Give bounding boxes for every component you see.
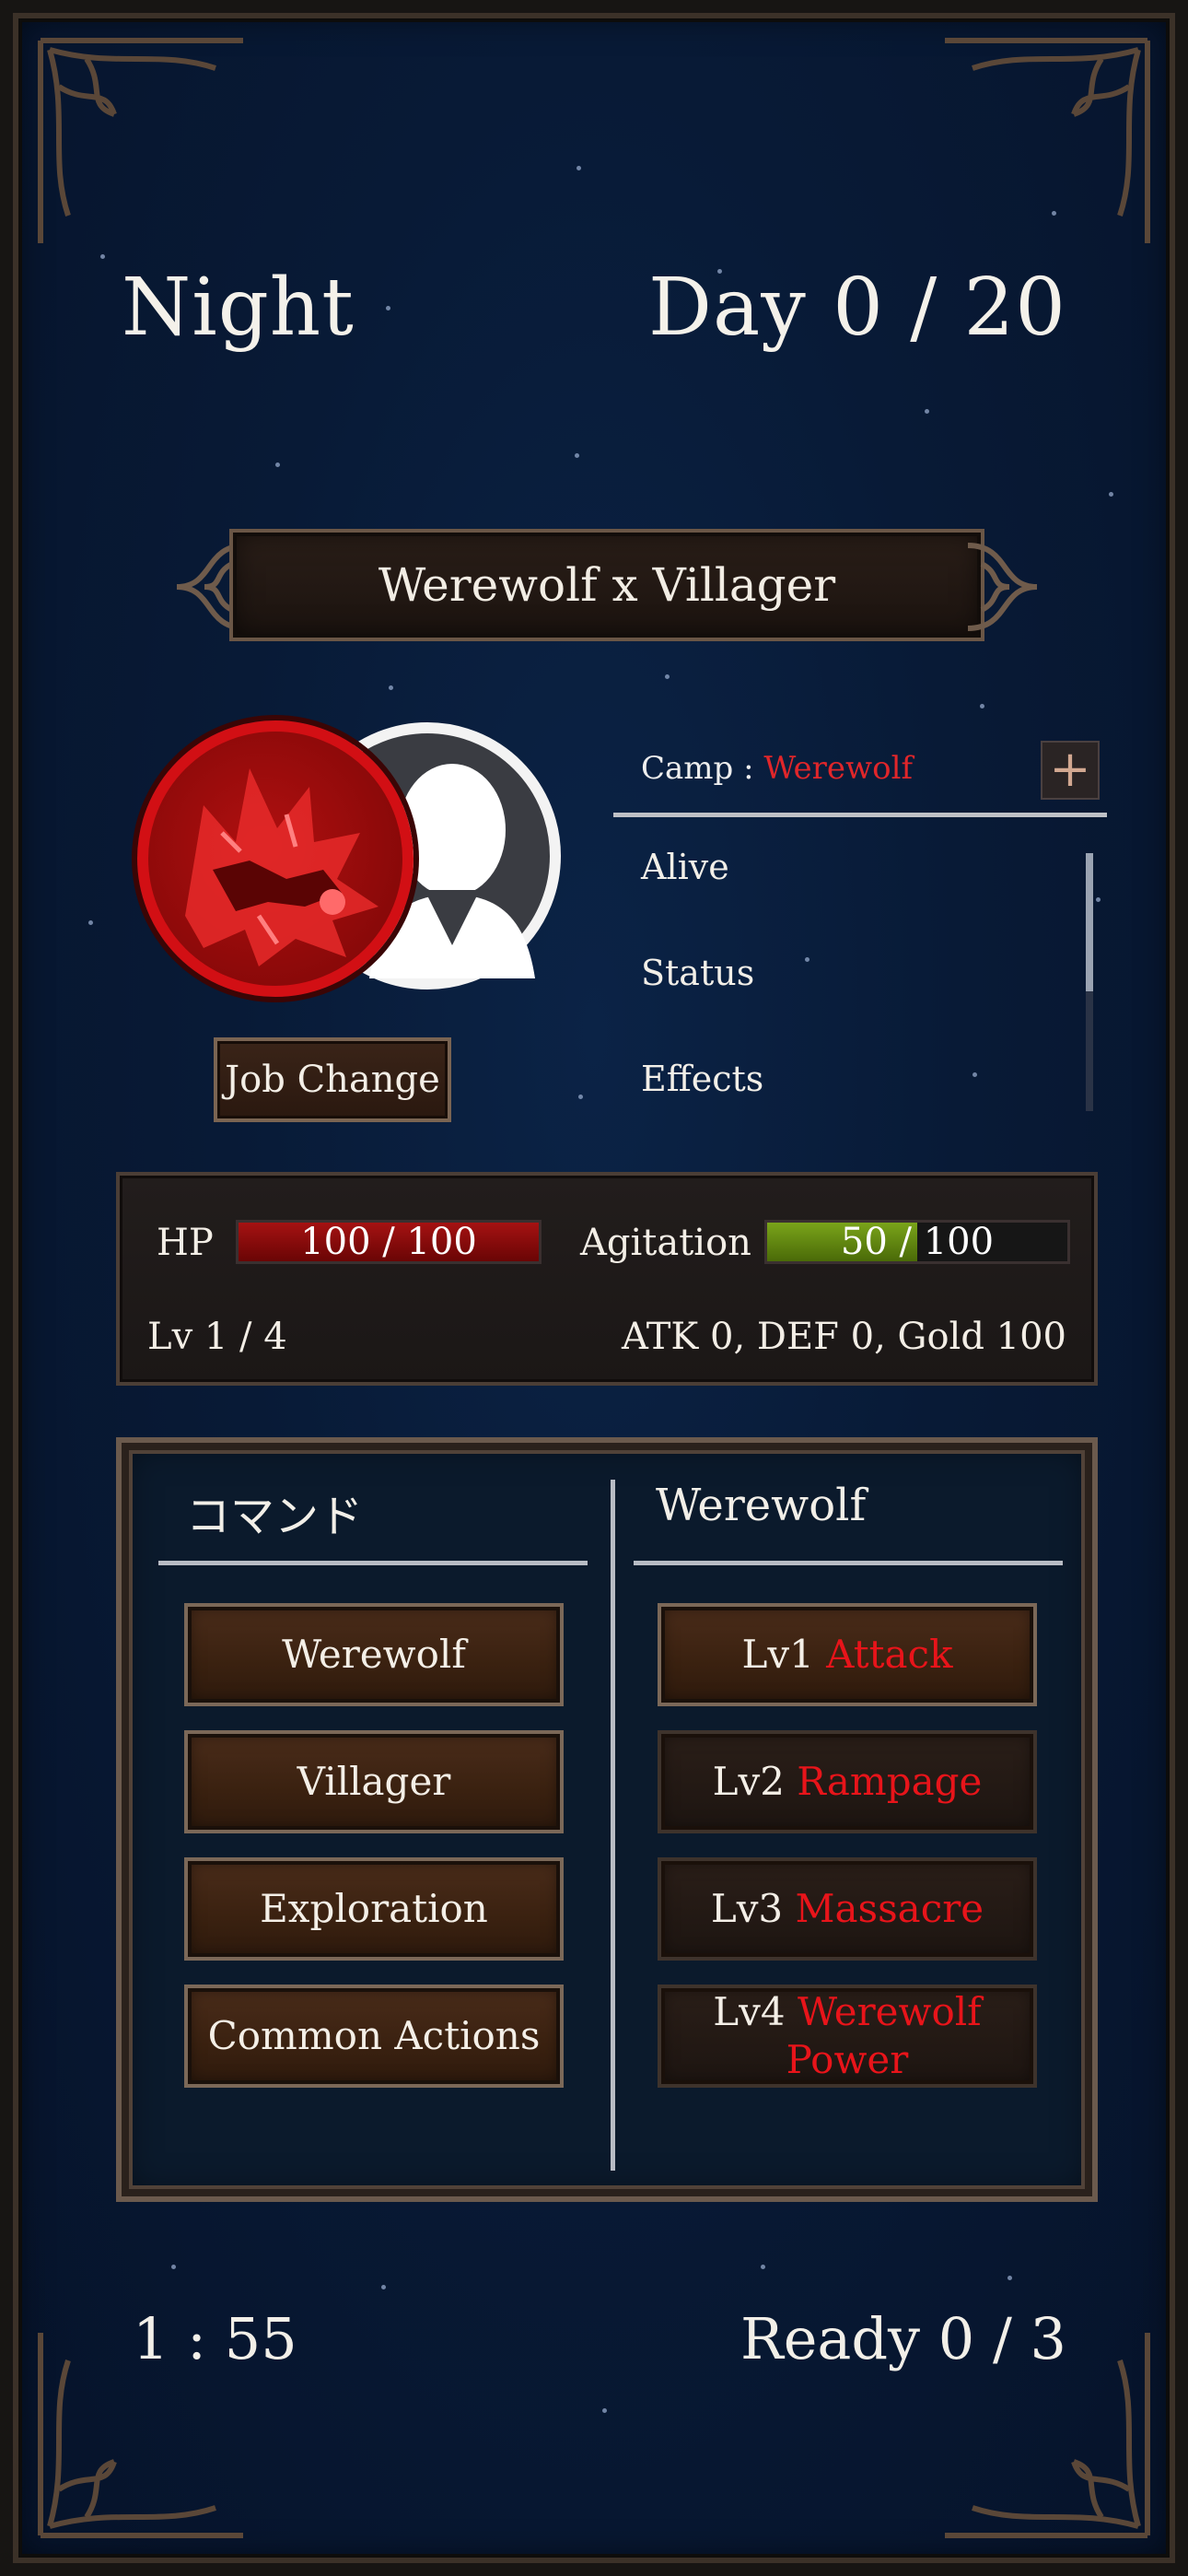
camp-info: Camp : Werewolf <box>641 750 913 787</box>
skill-attack-name: Attack <box>826 1631 953 1677</box>
stats-summary: ATK 0, DEF 0, Gold 100 <box>622 1316 1066 1358</box>
star <box>578 1095 583 1099</box>
skill-attack-label: Lv1 Attack <box>741 1631 952 1680</box>
werewolf-skills-header: Werewolf <box>656 1480 867 1531</box>
info-divider <box>613 813 1107 817</box>
star <box>1109 492 1113 497</box>
game-frame: Night Day 0 / 20 Werewolf x Villager Job… <box>0 0 1188 2576</box>
star <box>88 920 93 925</box>
agitation-bar: 50 / 100 <box>764 1220 1070 1264</box>
skill-werewolf-power-label: Lv4 Werewolf Power <box>698 1988 996 2085</box>
star <box>577 166 581 170</box>
command-exploration-label: Exploration <box>260 1885 488 1931</box>
star <box>980 704 984 708</box>
skills-header-underline <box>634 1561 1063 1565</box>
star <box>575 453 579 458</box>
star <box>805 957 809 962</box>
skill-rampage-button[interactable]: Lv2 Rampage <box>658 1730 1037 1833</box>
camp-label: Camp : <box>641 750 764 787</box>
skill-rampage-label: Lv2 Rampage <box>713 1758 983 1807</box>
skill-werewolf-power-button[interactable]: Lv4 Werewolf Power <box>658 1985 1037 2088</box>
panel-divider <box>611 1480 615 2171</box>
star <box>1096 897 1101 902</box>
info-item-effects: Effects <box>641 1059 764 1099</box>
banner-ornament-right <box>963 536 1046 638</box>
star <box>275 463 280 467</box>
corner-ornament-top-right <box>936 31 1157 252</box>
star <box>973 1072 977 1077</box>
phase-label: Night <box>122 262 355 354</box>
command-header-underline <box>158 1561 588 1565</box>
command-exploration-button[interactable]: Exploration <box>184 1857 564 1961</box>
skill-werewolf-power-level: Lv4 <box>713 1988 798 2034</box>
star <box>925 409 929 414</box>
stats-panel: HP 100 / 100 Agitation 50 / 100 Lv 1 / 4… <box>116 1172 1098 1386</box>
countdown-timer: 1 : 55 <box>133 2305 297 2372</box>
command-header: コマンド <box>186 1491 364 1542</box>
info-item-alive: Alive <box>641 847 729 887</box>
command-panel: コマンド Werewolf Werewolf Villager Explorat… <box>116 1437 1098 2202</box>
agitation-value: 50 / 100 <box>840 1221 995 1263</box>
game-title-banner: Werewolf x Villager <box>229 529 984 641</box>
skill-massacre-name: Massacre <box>795 1885 984 1931</box>
ready-counter: Ready 0 / 3 <box>740 2305 1066 2372</box>
info-item-status: Status <box>641 953 755 993</box>
job-change-label: Job Change <box>225 1059 440 1101</box>
skill-rampage-level: Lv2 <box>712 1758 798 1804</box>
skill-massacre-button[interactable]: Lv3 Massacre <box>658 1857 1037 1961</box>
hp-bar: 100 / 100 <box>236 1220 542 1264</box>
star <box>100 254 105 259</box>
command-villager-label: Villager <box>297 1758 451 1804</box>
star <box>665 674 670 679</box>
hp-value: 100 / 100 <box>300 1221 477 1263</box>
command-villager-button[interactable]: Villager <box>184 1730 564 1833</box>
star <box>389 685 393 690</box>
agitation-label: Agitation <box>580 1222 751 1264</box>
command-werewolf-button[interactable]: Werewolf <box>184 1603 564 1706</box>
hp-label: HP <box>157 1222 214 1264</box>
info-scrollbar[interactable] <box>1086 853 1093 1111</box>
level-text: Lv 1 / 4 <box>147 1316 287 1358</box>
star <box>171 2265 176 2269</box>
role-avatars <box>137 720 561 997</box>
command-common-actions-button[interactable]: Common Actions <box>184 1985 564 2088</box>
scrollbar-thumb[interactable] <box>1086 853 1093 991</box>
skill-attack-button[interactable]: Lv1 Attack <box>658 1603 1037 1706</box>
star <box>1007 2276 1012 2280</box>
skill-attack-level: Lv1 <box>741 1631 827 1677</box>
day-counter: Day 0 / 20 <box>648 262 1066 354</box>
skill-rampage-name: Rampage <box>797 1758 983 1804</box>
game-title: Werewolf x Villager <box>378 558 836 612</box>
star <box>602 2408 607 2413</box>
corner-ornament-top-left <box>31 31 252 252</box>
command-common-actions-label: Common Actions <box>207 2012 541 2058</box>
skill-werewolf-power-name: Werewolf Power <box>786 1988 982 2083</box>
job-change-button[interactable]: Job Change <box>214 1037 451 1122</box>
star <box>761 2265 765 2269</box>
star <box>381 2285 386 2289</box>
camp-value: Werewolf <box>763 750 914 787</box>
plus-icon[interactable]: + <box>1041 741 1100 800</box>
command-werewolf-label: Werewolf <box>282 1631 466 1677</box>
star <box>386 306 390 310</box>
skill-massacre-level: Lv3 <box>710 1885 796 1931</box>
skill-massacre-label: Lv3 Massacre <box>711 1885 984 1934</box>
werewolf-icon <box>137 720 413 997</box>
